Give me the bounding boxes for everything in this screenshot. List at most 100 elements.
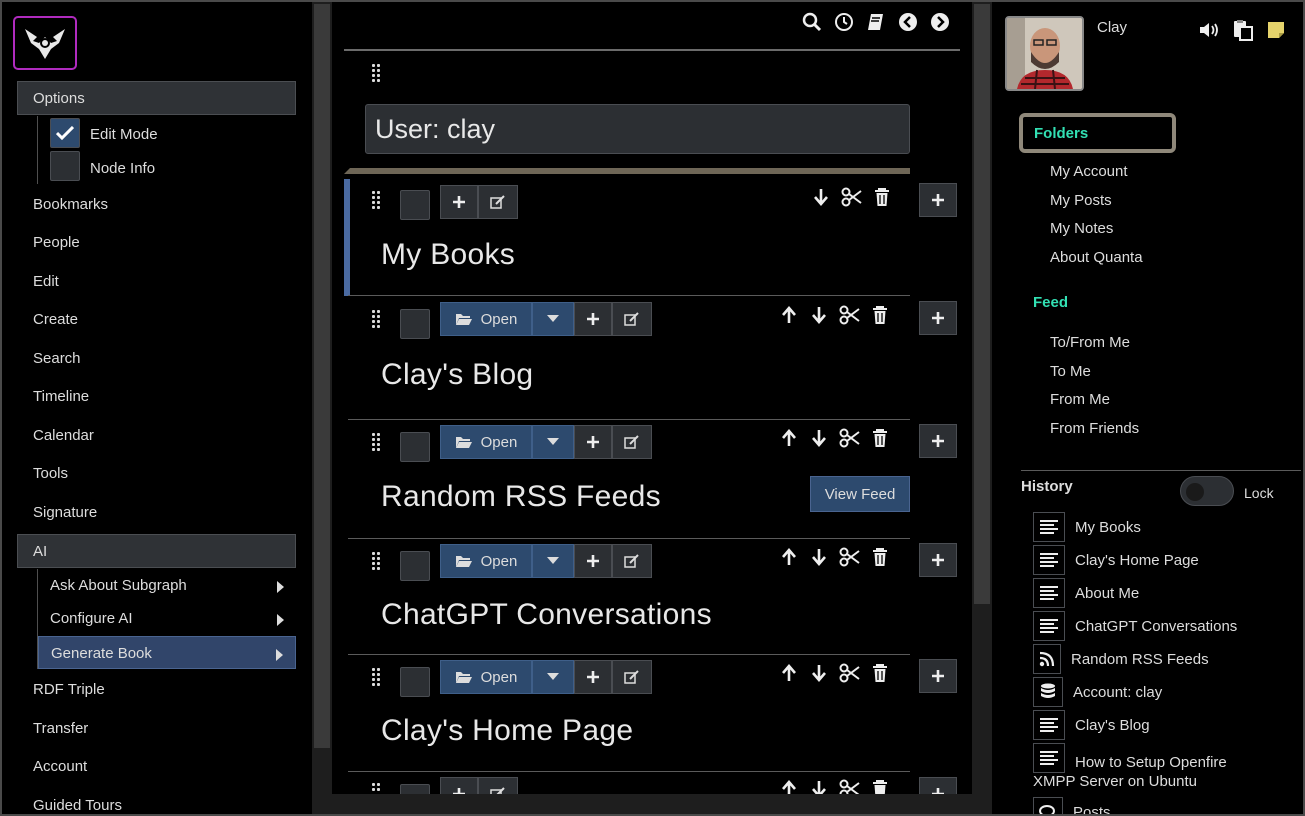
move-up-icon[interactable] [779, 547, 799, 567]
history-item[interactable]: ChatGPT Conversations [1033, 611, 1237, 641]
link-to-from-me[interactable]: To/From Me [1050, 334, 1130, 351]
add-child-button[interactable] [574, 302, 612, 336]
cut-icon[interactable] [839, 663, 861, 683]
insert-node-button[interactable] [919, 659, 957, 693]
open-dropdown-button[interactable] [532, 425, 574, 459]
node-clays-home-page[interactable]: Open Clay's Home Page [344, 655, 910, 772]
open-button[interactable]: Open [440, 544, 532, 578]
node-select-checkbox[interactable] [400, 309, 430, 339]
history-item[interactable]: Clay's Home Page [1033, 545, 1199, 575]
speaker-icon[interactable] [1198, 21, 1220, 39]
menu-create[interactable]: Create [33, 311, 78, 328]
drag-handle-icon[interactable] [372, 668, 380, 688]
link-my-notes[interactable]: My Notes [1050, 220, 1113, 237]
menu-guided-tours[interactable]: Guided Tours [33, 797, 122, 814]
link-about-quanta[interactable]: About Quanta [1050, 249, 1143, 266]
delete-icon[interactable] [871, 428, 889, 448]
clipboard-icon[interactable] [1232, 19, 1254, 41]
open-button[interactable]: Open [440, 660, 532, 694]
drag-handle-icon[interactable] [372, 191, 380, 211]
menu-generate-book[interactable]: Generate Book [38, 636, 296, 669]
menu-people[interactable]: People [33, 234, 80, 251]
node-select-checkbox[interactable] [400, 432, 430, 462]
back-icon[interactable] [898, 12, 918, 32]
app-logo[interactable] [13, 16, 77, 70]
move-down-icon[interactable] [811, 187, 831, 207]
history-item[interactable]: Random RSS Feeds [1033, 644, 1209, 674]
add-child-button[interactable] [574, 660, 612, 694]
open-button[interactable]: Open [440, 302, 532, 336]
menu-signature[interactable]: Signature [33, 504, 97, 521]
cut-icon[interactable] [839, 305, 861, 325]
view-feed-button[interactable]: View Feed [810, 476, 910, 512]
menu-tools[interactable]: Tools [33, 465, 68, 482]
edit-node-button[interactable] [612, 425, 652, 459]
link-from-friends[interactable]: From Friends [1050, 420, 1139, 437]
menu-ask-about-subgraph[interactable]: Ask About Subgraph [38, 569, 296, 602]
link-to-me[interactable]: To Me [1050, 363, 1091, 380]
drag-handle-icon[interactable] [372, 433, 380, 453]
insert-node-button[interactable] [919, 543, 957, 577]
open-dropdown-button[interactable] [532, 302, 574, 336]
menu-calendar[interactable]: Calendar [33, 427, 94, 444]
edit-node-button[interactable] [478, 185, 518, 219]
edit-node-button[interactable] [612, 544, 652, 578]
history-item[interactable]: How to Setup Openfire [1033, 743, 1227, 773]
cut-icon[interactable] [841, 187, 863, 207]
sticky-note-icon[interactable] [1266, 20, 1286, 40]
add-child-button[interactable] [440, 185, 478, 219]
folders-button[interactable]: Folders [1019, 113, 1176, 153]
move-up-icon[interactable] [779, 663, 799, 683]
forward-icon[interactable] [930, 12, 950, 32]
move-down-icon[interactable] [809, 305, 829, 325]
move-down-icon[interactable] [809, 663, 829, 683]
open-dropdown-button[interactable] [532, 660, 574, 694]
menu-configure-ai[interactable]: Configure AI [38, 602, 296, 635]
menu-timeline[interactable]: Timeline [33, 388, 89, 405]
clock-icon[interactable] [834, 12, 854, 32]
menu-ai[interactable]: AI [17, 534, 296, 568]
insert-node-button[interactable] [919, 183, 957, 217]
node-random-rss-feeds[interactable]: Open View Feed Random RSS Feeds [344, 420, 910, 539]
cut-icon[interactable] [839, 428, 861, 448]
history-item[interactable]: Posts [1033, 797, 1111, 814]
book-icon[interactable] [866, 12, 886, 32]
left-scrollbar[interactable] [312, 2, 332, 814]
node-select-checkbox[interactable] [400, 667, 430, 697]
search-icon[interactable] [802, 12, 822, 32]
move-up-icon[interactable] [779, 305, 799, 325]
history-item[interactable]: Account: clay [1033, 677, 1162, 707]
move-down-icon[interactable] [809, 547, 829, 567]
cut-icon[interactable] [839, 547, 861, 567]
center-scrollbar[interactable] [972, 2, 992, 814]
menu-account[interactable]: Account [33, 758, 87, 775]
delete-icon[interactable] [871, 547, 889, 567]
history-item[interactable]: Clay's Blog [1033, 710, 1150, 740]
add-child-button[interactable] [574, 425, 612, 459]
edit-node-button[interactable] [612, 660, 652, 694]
open-dropdown-button[interactable] [532, 544, 574, 578]
node-info-checkbox[interactable] [50, 151, 80, 181]
node-chatgpt-conversations[interactable]: Open ChatGPT Conversations [344, 539, 910, 655]
center-scrollbar-thumb[interactable] [974, 4, 990, 604]
menu-transfer[interactable]: Transfer [33, 720, 88, 737]
avatar[interactable] [1005, 16, 1084, 91]
drag-handle-icon[interactable] [372, 552, 380, 572]
lock-toggle[interactable] [1180, 476, 1234, 506]
menu-search[interactable]: Search [33, 350, 81, 367]
horizontal-scrollbar[interactable] [332, 794, 972, 814]
insert-node-button[interactable] [919, 301, 957, 335]
menu-bookmarks[interactable]: Bookmarks [33, 196, 108, 213]
insert-node-button[interactable] [919, 424, 957, 458]
menu-edit[interactable]: Edit [33, 273, 59, 290]
move-down-icon[interactable] [809, 428, 829, 448]
history-item[interactable]: About Me [1033, 578, 1139, 608]
link-my-posts[interactable]: My Posts [1050, 192, 1112, 209]
drag-handle-icon[interactable] [372, 64, 380, 84]
delete-icon[interactable] [873, 187, 891, 207]
edit-node-button[interactable] [612, 302, 652, 336]
drag-handle-icon[interactable] [372, 310, 380, 330]
feed-heading[interactable]: Feed [1033, 294, 1068, 311]
open-button[interactable]: Open [440, 425, 532, 459]
add-child-button[interactable] [574, 544, 612, 578]
